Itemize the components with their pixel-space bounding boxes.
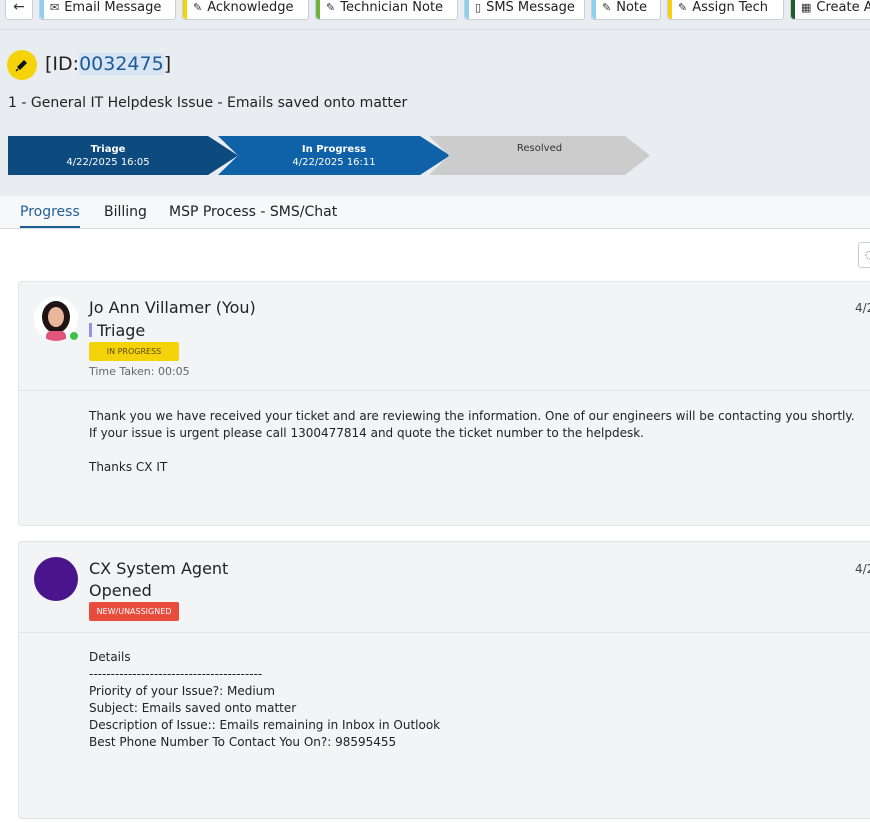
entry-author: CX System Agent (89, 559, 229, 578)
tag-icon: ✎ (193, 0, 203, 14)
entry-body: Thank you we have received your ticket a… (89, 409, 855, 474)
comment-icon: ◌ (865, 248, 870, 261)
entry-status: Triage (89, 321, 145, 340)
entry-date: 4/2 (855, 301, 870, 315)
tab-billing[interactable]: Billing (104, 204, 147, 226)
timeline-entry: Jo Ann Villamer (You) Triage IN PROGRESS… (18, 281, 870, 526)
arrow-left-icon: ← (13, 0, 25, 15)
calendar-icon: ▦ (801, 0, 812, 14)
comment-button[interactable]: ◌ (858, 242, 870, 268)
acknowledge-button[interactable]: ✎ Acknowledge (182, 0, 309, 20)
tab-progress[interactable]: Progress (20, 204, 80, 228)
sms-message-button[interactable]: ▯ SMS Message (464, 0, 585, 20)
step-resolved[interactable]: Resolved (429, 136, 650, 175)
status-badge: IN PROGRESS (89, 342, 179, 361)
status-stepper: Triage 4/22/2025 16:05 In Progress 4/22/… (8, 136, 658, 176)
ticket-icon (7, 50, 37, 80)
entry-status: Opened (89, 581, 152, 600)
time-taken: Time Taken: 00:05 (89, 365, 190, 378)
avatar (34, 557, 78, 601)
tab-msp-process[interactable]: MSP Process - SMS/Chat (169, 204, 337, 226)
create-appointment-button[interactable]: ▦ Create A (790, 0, 870, 20)
edit-icon: ✎ (326, 0, 336, 14)
technician-note-button[interactable]: ✎ Technician Note (315, 0, 458, 20)
email-message-button[interactable]: ✉ Email Message (39, 0, 176, 20)
ticket-id-number[interactable]: 0032475 (79, 53, 164, 75)
online-status-icon (69, 331, 79, 341)
ticket-subject: 1 - General IT Helpdesk Issue - Emails s… (8, 95, 408, 111)
step-in-progress[interactable]: In Progress 4/22/2025 16:11 (218, 136, 450, 175)
back-button[interactable]: ← (5, 0, 33, 20)
note-button[interactable]: ✎ Note (591, 0, 661, 20)
edit-icon: ✎ (678, 0, 688, 14)
entry-body: Details --------------------------------… (89, 650, 441, 749)
step-triage[interactable]: Triage 4/22/2025 16:05 (8, 136, 238, 175)
entry-date: 4/22 (855, 562, 870, 576)
tab-bar: Progress Billing MSP Process - SMS/Chat (0, 196, 870, 229)
assign-tech-button[interactable]: ✎ Assign Tech (667, 0, 784, 20)
envelope-icon: ✉ (50, 0, 60, 14)
edit-icon: ✎ (602, 0, 612, 14)
mobile-phone-icon: ▯ (475, 0, 482, 14)
action-toolbar: ← ✉ Email Message ✎ Acknowledge ✎ Techni… (0, 0, 870, 30)
entry-author: Jo Ann Villamer (You) (89, 298, 256, 317)
timeline-entry: CX System Agent Opened NEW/UNASSIGNED 4/… (18, 541, 870, 819)
ticket-id: [ID:0032475] (45, 53, 172, 75)
status-badge: NEW/UNASSIGNED (89, 602, 179, 621)
